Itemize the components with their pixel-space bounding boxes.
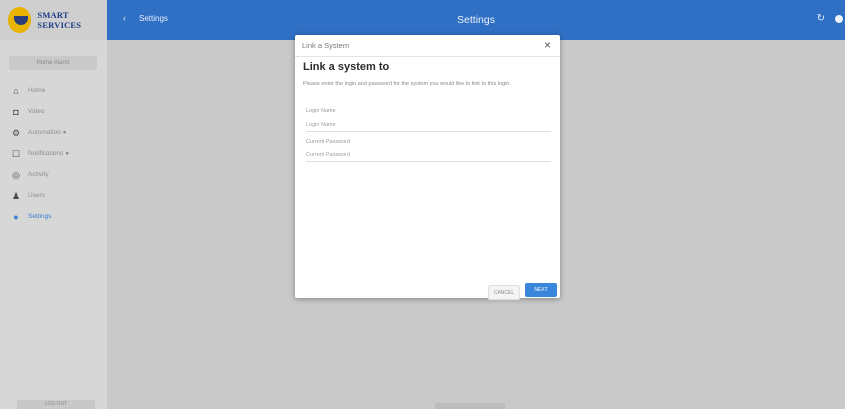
password-field[interactable]	[306, 149, 551, 162]
password-label: Current Password	[306, 139, 351, 145]
link-system-dialog: Link a System × Link a system to Please …	[295, 35, 560, 300]
home-icon: ⌂	[13, 85, 19, 96]
brand-name: SMART SERVICES	[37, 10, 82, 30]
sidebar-item-activity[interactable]: ◎ Activity	[0, 164, 107, 185]
sidebar-item-settings[interactable]: ● Settings	[0, 206, 107, 227]
dialog-header: Link a System	[302, 41, 350, 50]
dialog-description: Please enter the login and password for …	[303, 81, 511, 87]
sidebar: SMART SERVICES Home Alarm ⌂ Home ◘ Video…	[0, 0, 107, 409]
sidebar-item-label: Home	[28, 87, 46, 94]
sidebar-item-users[interactable]: ♟ Users	[0, 185, 107, 206]
page-title: Settings	[457, 14, 495, 26]
sidebar-item-label: Video	[28, 108, 45, 115]
notifications-icon: ☐	[11, 148, 21, 159]
help-icon[interactable]	[835, 15, 843, 23]
sidebar-nav: ⌂ Home ◘ Video ⚙ Automation ● ☐ Notifica…	[0, 80, 107, 227]
login-name-field[interactable]	[306, 119, 551, 132]
cancel-button[interactable]: CANCEL	[488, 285, 520, 300]
sidebar-item-notifications[interactable]: ☐ Notifications ●	[0, 143, 107, 164]
settings-icon: ●	[13, 211, 19, 222]
automation-icon: ⚙	[11, 127, 21, 138]
sidebar-item-label: Automation ●	[28, 129, 67, 136]
top-bar: ‹ Settings Settings ↻	[107, 0, 845, 40]
next-button[interactable]: NEXT	[525, 283, 557, 297]
video-icon: ◘	[13, 106, 19, 117]
activity-icon: ◎	[12, 169, 20, 180]
logout-button[interactable]: LOG OUT	[17, 400, 95, 409]
sidebar-item-label: Notifications ●	[28, 150, 70, 157]
logo-icon	[8, 7, 32, 33]
sidebar-item-video[interactable]: ◘ Video	[0, 101, 107, 122]
brand-logo[interactable]: SMART SERVICES	[0, 0, 107, 40]
background-panel	[435, 403, 505, 409]
sidebar-item-label: Settings	[28, 213, 52, 220]
home-selector[interactable]: Home Alarm	[9, 56, 97, 70]
sidebar-item-label: Users	[28, 192, 45, 199]
sidebar-item-home[interactable]: ⌂ Home	[0, 80, 107, 101]
login-name-label: Login Name	[306, 108, 336, 114]
sidebar-item-label: Activity	[28, 171, 49, 178]
divider	[295, 56, 560, 57]
close-icon[interactable]: ×	[544, 38, 551, 52]
dialog-title: Link a system to	[303, 61, 390, 73]
sidebar-item-automation[interactable]: ⚙ Automation ●	[0, 122, 107, 143]
refresh-icon[interactable]: ↻	[817, 13, 825, 24]
users-icon: ♟	[11, 190, 21, 201]
